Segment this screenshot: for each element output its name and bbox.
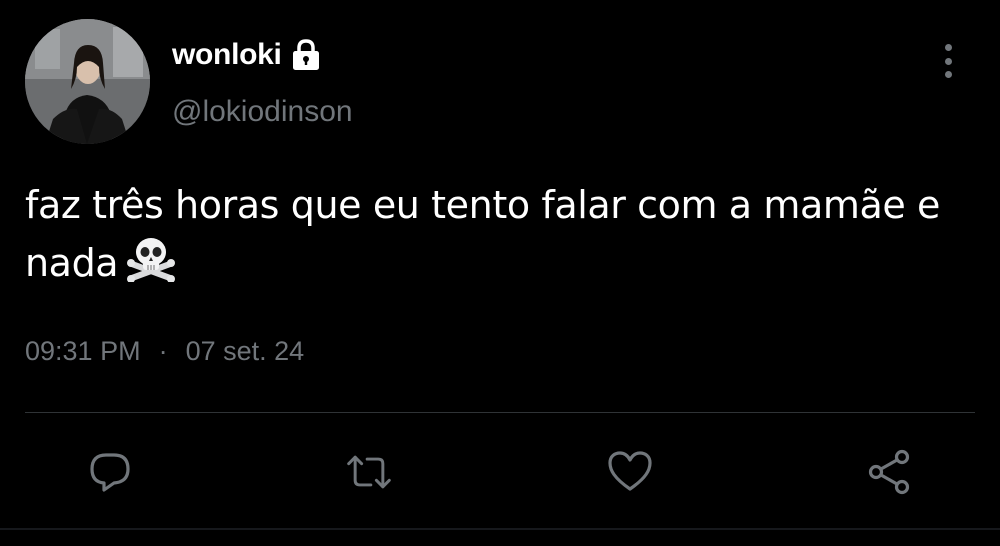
more-dot — [944, 57, 952, 65]
tweet-text: faz três horas que eu tento falar com a … — [25, 176, 975, 298]
more-dot — [944, 44, 952, 51]
reply-icon[interactable] — [86, 448, 134, 496]
bottom-divider — [0, 528, 1000, 530]
meta-separator: · — [158, 336, 168, 366]
skull-and-crossbones-icon — [126, 236, 176, 298]
tweet-time[interactable]: 09:31 PM — [25, 336, 141, 367]
more-options-icon[interactable] — [936, 44, 960, 78]
share-icon[interactable] — [866, 448, 914, 496]
handle[interactable]: @lokiodinson — [172, 95, 353, 129]
display-name[interactable]: wonloki — [172, 38, 282, 72]
retweet-icon[interactable] — [345, 448, 393, 496]
avatar[interactable] — [25, 19, 150, 144]
more-dot — [944, 71, 952, 78]
profile-photo — [25, 19, 150, 144]
like-icon[interactable] — [606, 448, 654, 496]
tweet-date[interactable]: 07 set. 24 — [186, 336, 305, 367]
tweet-meta: 09:31 PM · 07 set. 24 — [25, 336, 304, 367]
lock-icon — [290, 38, 322, 72]
divider — [25, 412, 975, 413]
author-name-row[interactable]: wonloki — [172, 38, 322, 72]
